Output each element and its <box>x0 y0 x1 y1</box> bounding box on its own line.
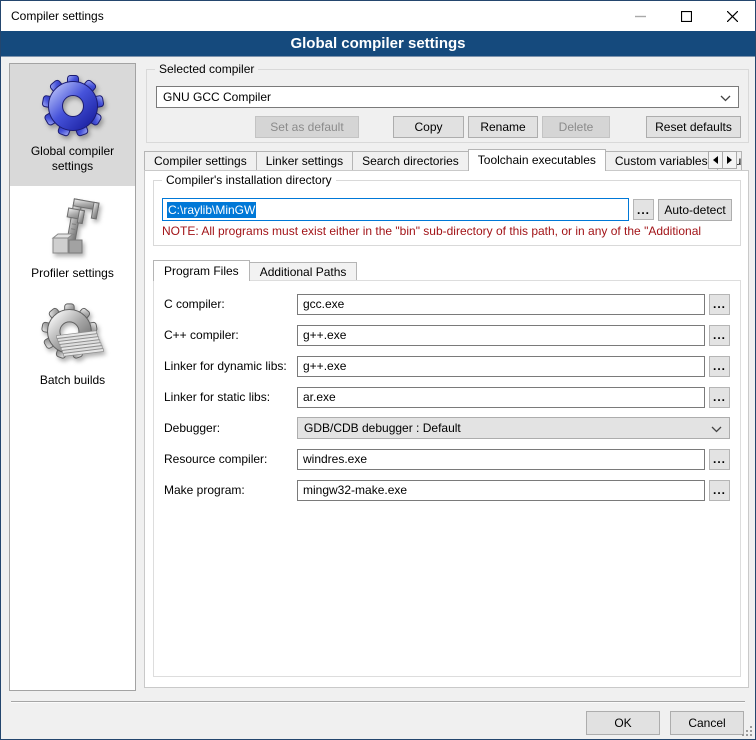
static-linker-label: Linker for static libs: <box>164 390 297 404</box>
tab-scroll-left-button[interactable] <box>708 151 723 169</box>
browse-directory-button[interactable]: ... <box>633 199 654 220</box>
copy-button[interactable]: Copy <box>393 116 464 138</box>
set-as-default-button[interactable]: Set as default <box>255 116 359 138</box>
left-arrow-icon <box>713 156 718 164</box>
blue-gear-icon <box>41 74 105 138</box>
caption-buttons <box>617 1 755 31</box>
installation-directory-input[interactable]: C:\raylib\MinGW <box>162 198 629 221</box>
tab-toolchain-executables[interactable]: Toolchain executables <box>468 149 606 171</box>
maximize-icon <box>681 11 692 22</box>
compiler-select-value: GNU GCC Compiler <box>163 90 271 104</box>
dynamic-linker-browse-button[interactable]: ... <box>709 356 730 377</box>
tab-custom-variables[interactable]: Custom variables <box>605 151 718 171</box>
dynamic-linker-row: Linker for dynamic libs: ... <box>164 355 730 377</box>
sidebar-item-label: Batch builds <box>40 373 105 388</box>
sidebar-item-batch-builds[interactable]: Batch builds <box>10 293 135 400</box>
make-program-input[interactable] <box>297 480 705 501</box>
settings-tabstrip: Compiler settings Linker settings Search… <box>144 149 749 171</box>
tab-compiler-settings[interactable]: Compiler settings <box>144 151 257 171</box>
static-linker-row: Linker for static libs: ... <box>164 386 730 408</box>
resource-compiler-browse-button[interactable]: ... <box>709 449 730 470</box>
selected-text: C:\raylib\MinGW <box>167 202 256 218</box>
c-compiler-row: C compiler: ... <box>164 293 730 315</box>
minimize-icon <box>635 11 646 22</box>
cpp-compiler-browse-button[interactable]: ... <box>709 325 730 346</box>
debugger-select[interactable]: GDB/CDB debugger : Default <box>297 417 730 439</box>
debugger-row: Debugger: GDB/CDB debugger : Default <box>164 417 730 439</box>
installation-directory-row: C:\raylib\MinGW ... Auto-detect <box>162 198 732 221</box>
selected-compiler-group: Selected compiler GNU GCC Compiler Set a… <box>146 69 749 143</box>
bin-subdirectory-note: NOTE: All programs must exist either in … <box>162 224 736 238</box>
rename-button[interactable]: Rename <box>468 116 538 138</box>
close-button[interactable] <box>709 1 755 31</box>
compiler-select[interactable]: GNU GCC Compiler <box>156 86 739 108</box>
page-title: Global compiler settings <box>1 31 755 57</box>
gray-gear-stack-icon <box>41 303 105 367</box>
tab-search-directories[interactable]: Search directories <box>352 151 469 171</box>
sidebar-item-profiler-settings[interactable]: Profiler settings <box>10 186 135 293</box>
reset-defaults-button[interactable]: Reset defaults <box>646 116 741 138</box>
sidebar-item-global-compiler-settings[interactable]: Global compiler settings <box>10 64 135 186</box>
auto-detect-button[interactable]: Auto-detect <box>658 199 732 221</box>
tab-program-files[interactable]: Program Files <box>153 260 250 281</box>
static-linker-input[interactable] <box>297 387 705 408</box>
sidebar-item-label: Profiler settings <box>31 266 114 281</box>
maximize-button[interactable] <box>663 1 709 31</box>
delete-button[interactable]: Delete <box>542 116 610 138</box>
c-compiler-browse-button[interactable]: ... <box>709 294 730 315</box>
selected-compiler-group-label: Selected compiler <box>155 62 258 76</box>
resize-grip[interactable] <box>742 726 752 736</box>
sidebar-item-label: Global compiler settings <box>14 144 131 174</box>
tab-scroll-right-button[interactable] <box>722 151 737 169</box>
minimize-button[interactable] <box>617 1 663 31</box>
chevron-down-icon <box>720 95 731 102</box>
make-program-browse-button[interactable]: ... <box>709 480 730 501</box>
resource-compiler-label: Resource compiler: <box>164 452 297 466</box>
installation-directory-group: Compiler's installation directory C:\ray… <box>153 180 741 246</box>
resource-compiler-input[interactable] <box>297 449 705 470</box>
debugger-select-value: GDB/CDB debugger : Default <box>304 421 461 435</box>
program-files-page: C compiler: ... C++ compiler: ... Linker… <box>153 280 741 677</box>
close-icon <box>727 11 738 22</box>
ok-button[interactable]: OK <box>586 711 660 735</box>
make-program-label: Make program: <box>164 483 297 497</box>
titlebar[interactable]: Compiler settings <box>1 1 755 31</box>
caliper-icon <box>41 196 105 260</box>
program-files-tabstrip: Program Files Additional Paths <box>153 260 356 281</box>
compiler-actions: Set as default Copy Rename Delete Reset … <box>156 116 741 138</box>
tab-linker-settings[interactable]: Linker settings <box>256 151 353 171</box>
toolchain-executables-page: Compiler's installation directory C:\ray… <box>144 170 749 688</box>
make-program-row: Make program: ... <box>164 479 730 501</box>
cpp-compiler-row: C++ compiler: ... <box>164 324 730 346</box>
static-linker-browse-button[interactable]: ... <box>709 387 730 408</box>
installation-directory-group-label: Compiler's installation directory <box>162 173 336 187</box>
cpp-compiler-label: C++ compiler: <box>164 328 297 342</box>
c-compiler-label: C compiler: <box>164 297 297 311</box>
dynamic-linker-input[interactable] <box>297 356 705 377</box>
cancel-button[interactable]: Cancel <box>670 711 744 735</box>
tab-additional-paths[interactable]: Additional Paths <box>249 262 358 281</box>
footer-divider <box>11 701 745 702</box>
dynamic-linker-label: Linker for dynamic libs: <box>164 359 297 373</box>
debugger-label: Debugger: <box>164 421 297 435</box>
right-arrow-icon <box>727 156 732 164</box>
window-title: Compiler settings <box>11 1 104 31</box>
c-compiler-input[interactable] <box>297 294 705 315</box>
resource-compiler-row: Resource compiler: ... <box>164 448 730 470</box>
compiler-settings-dialog: Compiler settings Global compiler settin… <box>0 0 756 740</box>
chevron-down-icon <box>711 426 722 433</box>
cpp-compiler-input[interactable] <box>297 325 705 346</box>
settings-category-list: Global compiler settings Profiler se <box>9 63 136 691</box>
